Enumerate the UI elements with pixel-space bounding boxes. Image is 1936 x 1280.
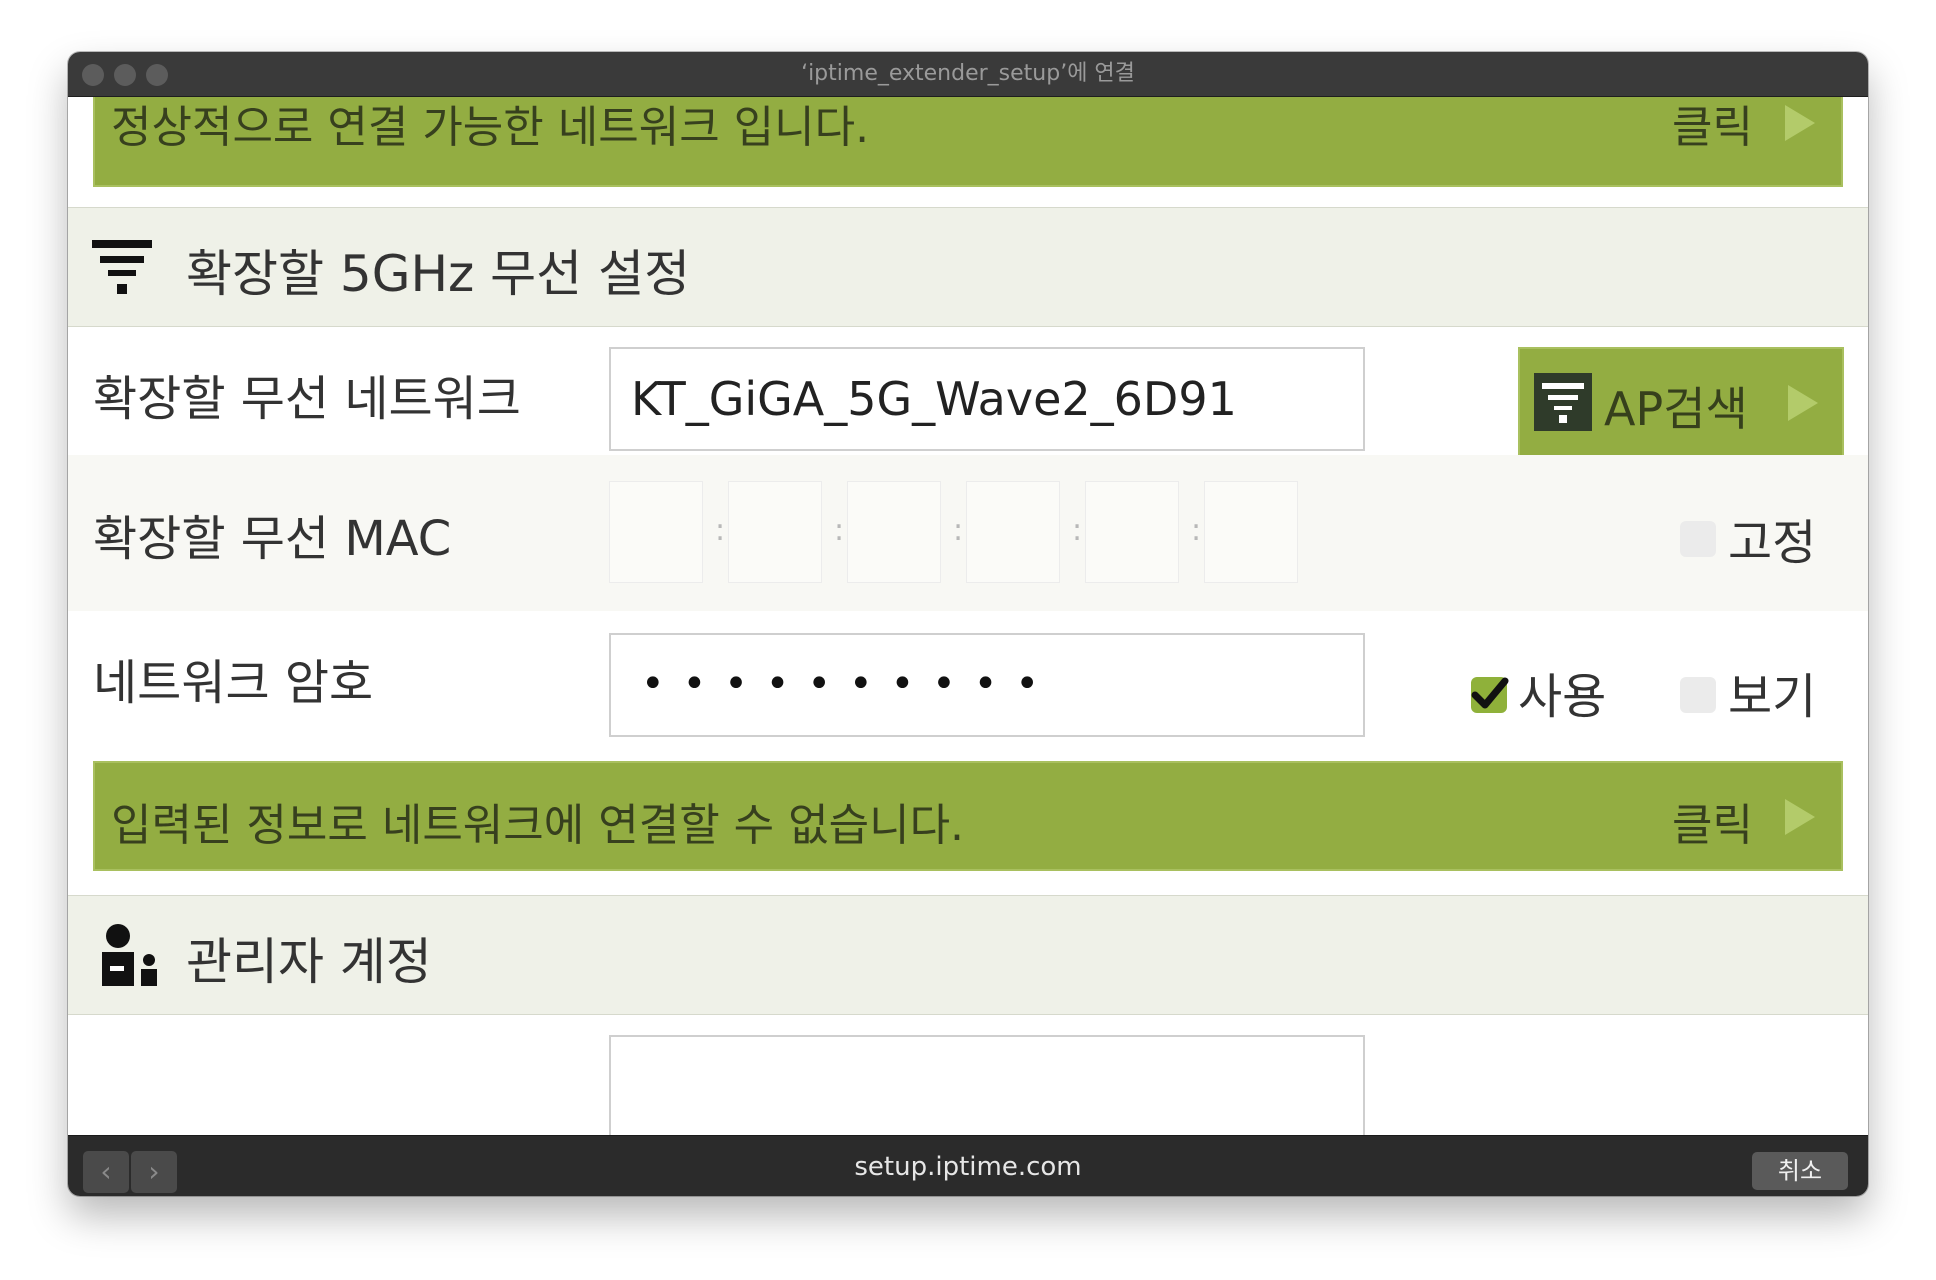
network-name-input[interactable]	[611, 349, 1363, 449]
mac-separator: :	[834, 513, 845, 548]
show-password-label: 보기	[1728, 669, 1817, 725]
page-url: setup.iptime.com	[854, 1152, 1082, 1182]
mac-separator: :	[953, 513, 964, 548]
mac-octet-1[interactable]	[609, 481, 703, 583]
play-arrow-icon	[1785, 105, 1815, 141]
browser-window: ‘iptime_extender_setup’에 연결 정상적으로 연결 가능한…	[68, 52, 1868, 1196]
mac-separator: :	[715, 513, 726, 548]
cancel-button[interactable]: 취소	[1752, 1152, 1848, 1190]
use-password-label: 사용	[1518, 669, 1607, 725]
banner-click-label: 클릭	[1672, 800, 1753, 851]
use-password-checkbox[interactable]	[1471, 677, 1509, 713]
window-title: ‘iptime_extender_setup’에 연결	[801, 61, 1135, 86]
bottom-toolbar: ‹ › setup.iptime.com 취소	[68, 1135, 1868, 1196]
ap-search-button[interactable]: AP검색	[1518, 347, 1844, 457]
section-title: 관리자 계정	[186, 933, 432, 991]
web-content: 정상적으로 연결 가능한 네트워크 입니다. 클릭 확장할 5GHz 무선 설정…	[68, 97, 1868, 1173]
banner-text: 입력된 정보로 네트워크에 연결할 수 없습니다.	[111, 800, 965, 851]
fixed-mac-label: 고정	[1728, 515, 1817, 571]
banner-click-label: 클릭	[1672, 102, 1753, 153]
password-label: 네트워크 암호	[93, 655, 374, 711]
mac-label: 확장할 무선 MAC	[93, 511, 452, 567]
zoom-window-button[interactable]	[146, 64, 168, 86]
network-label: 확장할 무선 네트워크	[93, 371, 521, 427]
wireless-section-header: 확장할 5GHz 무선 설정	[68, 207, 1868, 327]
minimize-window-button[interactable]	[114, 64, 136, 86]
play-arrow-icon	[1788, 385, 1818, 421]
password-input[interactable]: ••••••••••	[641, 661, 1057, 707]
admin-section-header: 관리자 계정	[68, 895, 1868, 1015]
mac-separator: :	[1072, 513, 1083, 548]
admin-user-icon	[102, 924, 157, 986]
title-bar: ‘iptime_extender_setup’에 연결	[68, 52, 1868, 97]
mac-octet-5[interactable]	[1085, 481, 1179, 583]
network-name-box	[609, 347, 1365, 451]
mac-row: 확장할 무선 MAC : : : : : 고정	[68, 455, 1868, 611]
mac-separator: :	[1191, 513, 1202, 548]
wifi-filter-icon	[92, 240, 152, 294]
checkmark-icon	[1471, 677, 1509, 709]
mac-octet-4[interactable]	[966, 481, 1060, 583]
close-window-button[interactable]	[82, 64, 104, 86]
mac-octet-6[interactable]	[1204, 481, 1298, 583]
ap-search-label: AP검색	[1604, 382, 1748, 436]
fixed-mac-checkbox[interactable]	[1680, 521, 1716, 557]
connection-error-banner[interactable]: 입력된 정보로 네트워크에 연결할 수 없습니다. 클릭	[93, 761, 1843, 871]
password-box: ••••••••••	[609, 633, 1365, 737]
mac-octet-2[interactable]	[728, 481, 822, 583]
admin-id-box[interactable]	[609, 1035, 1365, 1139]
network-row: 확장할 무선 네트워크 AP검색	[68, 327, 1868, 457]
banner-text: 정상적으로 연결 가능한 네트워크 입니다.	[111, 102, 870, 153]
mac-octet-3[interactable]	[847, 481, 941, 583]
password-row: 네트워크 암호 •••••••••• 사용 보기	[68, 611, 1868, 761]
section-title: 확장할 5GHz 무선 설정	[186, 245, 691, 303]
show-password-checkbox[interactable]	[1680, 677, 1716, 713]
network-ok-banner[interactable]: 정상적으로 연결 가능한 네트워크 입니다. 클릭	[93, 97, 1843, 187]
ap-search-icon	[1534, 373, 1592, 431]
play-arrow-icon	[1785, 799, 1815, 835]
